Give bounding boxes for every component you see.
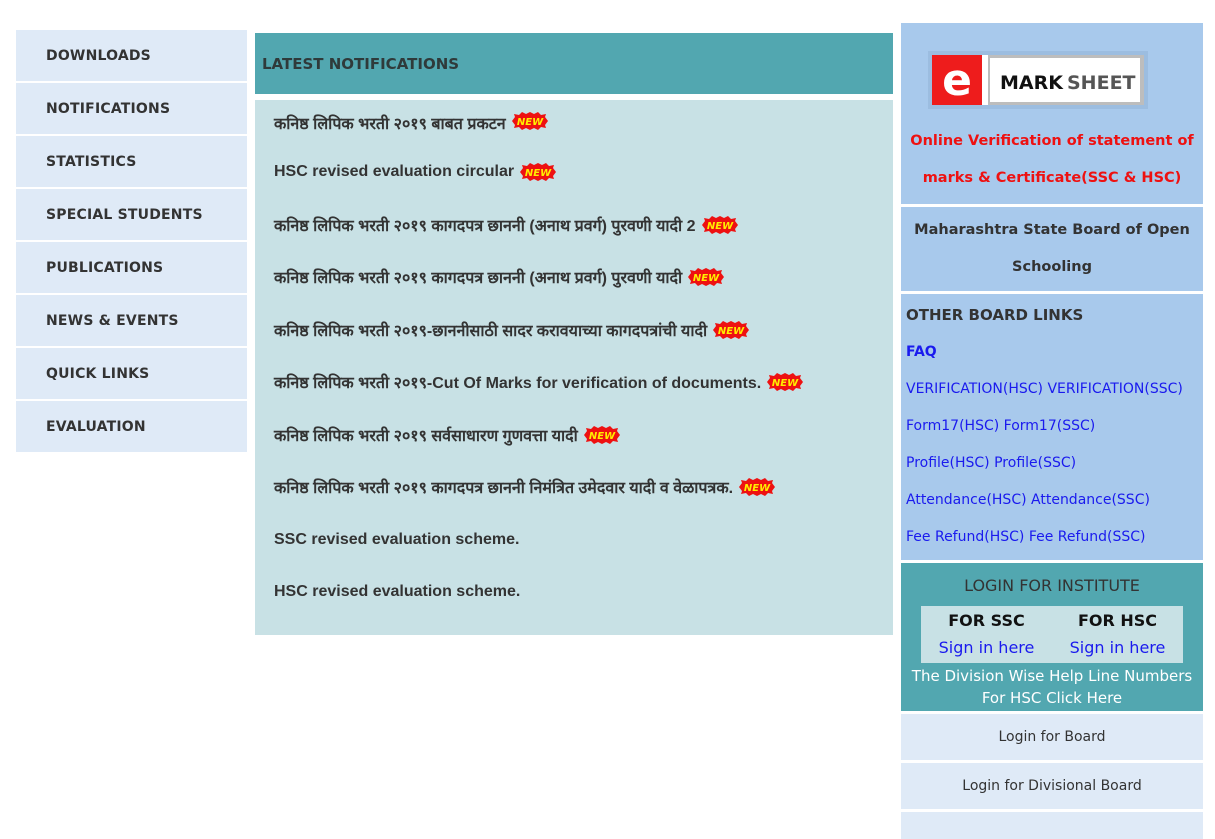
attendance-hsc-link[interactable]: Attendance(HSC) xyxy=(906,492,1027,508)
fee-refund-hsc-link[interactable]: Fee Refund(HSC) xyxy=(906,529,1024,545)
verification-ssc-link[interactable]: VERIFICATION(SSC) xyxy=(1047,381,1182,397)
profile-ssc-link[interactable]: Profile(SSC) xyxy=(994,455,1076,471)
verification-line-1: Online Verification of statement of xyxy=(910,133,1194,149)
svg-text:NEW: NEW xyxy=(589,431,616,442)
attendance-ssc-link[interactable]: Attendance(SSC) xyxy=(1031,492,1150,508)
hsc-sign-in-link[interactable]: Sign in here xyxy=(1070,638,1166,657)
notification-item[interactable]: कनिष्ठ लिपिक भरती २०१९ कागदपत्र छाननी (अ… xyxy=(255,199,893,252)
section-title: LATEST NOTIFICATIONS xyxy=(255,33,893,94)
notification-item[interactable]: कनिष्ठ लिपिक भरती २०१९ कागदपत्र छाननी (अ… xyxy=(255,251,893,304)
verification-line-2: marks & Certificate(SSC & HSC) xyxy=(922,170,1182,186)
notification-item[interactable]: कनिष्ठ लिपिक भरती २०१९-छाननीसाठी सादर कर… xyxy=(255,304,893,357)
verification-hsc-link[interactable]: VERIFICATION(HSC) xyxy=(906,381,1043,397)
new-badge-icon: NEW xyxy=(518,163,558,182)
svg-text:NEW: NEW xyxy=(517,117,544,128)
new-badge-icon: NEW xyxy=(700,215,740,234)
sidebar-item-label: SPECIAL STUDENTS xyxy=(46,206,203,223)
notification-text: कनिष्ठ लिपिक भरती २०१९-छाननीसाठी सादर कर… xyxy=(274,322,708,340)
sidebar-item-downloads[interactable]: DOWNLOADS xyxy=(16,30,247,81)
profile-hsc-link[interactable]: Profile(HSC) xyxy=(906,455,990,471)
ssc-label: FOR SSC xyxy=(948,611,1025,630)
login-for-board-button[interactable]: Login for Board xyxy=(901,714,1203,760)
notification-text: कनिष्ठ लिपिक भरती २०१९-Cut Of Marks for … xyxy=(274,375,762,393)
new-badge-icon: NEW xyxy=(737,478,777,497)
latest-notifications-section: LATEST NOTIFICATIONS कनिष्ठ लिपिक भरती २… xyxy=(255,33,893,635)
institute-login-panel: LOGIN FOR INSTITUTE FOR SSC Sign in here… xyxy=(901,563,1203,711)
sidebar-item-news-events[interactable]: NEWS & EVENTS xyxy=(16,295,247,346)
ssc-sign-in-link[interactable]: Sign in here xyxy=(939,638,1035,657)
other-board-links-title: OTHER BOARD LINKS xyxy=(906,306,1084,324)
notification-text: कनिष्ठ लिपिक भरती २०१९ कागदपत्र छाननी (अ… xyxy=(274,270,683,288)
form17-hsc-link[interactable]: Form17(HSC) xyxy=(906,418,999,434)
login-for-divisional-board-button[interactable]: Login for Divisional Board xyxy=(901,763,1203,809)
form17-ssc-link[interactable]: Form17(SSC) xyxy=(1004,418,1096,434)
svg-text:NEW: NEW xyxy=(693,273,720,284)
logo-text-sub: SHEET xyxy=(1067,72,1136,94)
notification-item[interactable]: कनिष्ठ लिपिक भरती २०१९-Cut Of Marks for … xyxy=(255,356,893,409)
sidebar-item-quick-links[interactable]: QUICK LINKS xyxy=(16,348,247,399)
new-badge-icon: NEW xyxy=(765,373,805,392)
notification-text: HSC revised evaluation scheme. xyxy=(274,583,521,601)
notification-item[interactable]: कनिष्ठ लिपिक भरती २०१९ सर्वसाधारण गुणवत्… xyxy=(255,409,893,462)
institute-login-title: LOGIN FOR INSTITUTE xyxy=(964,576,1140,595)
new-badge-icon: NEW xyxy=(686,268,726,287)
emarksheet-panel: e MARK SHEET Online Verification of stat… xyxy=(901,23,1203,204)
sidebar-item-label: NEWS & EVENTS xyxy=(46,312,179,329)
notification-text: HSC revised evaluation circular xyxy=(274,163,515,181)
notification-item[interactable]: कनिष्ठ लिपिक भरती २०१९ कागदपत्र छाननी नि… xyxy=(255,461,893,514)
online-verification-link[interactable]: Online Verification of statement of mark… xyxy=(901,123,1203,197)
institute-login-box: FOR SSC Sign in here FOR HSC Sign in her… xyxy=(921,606,1183,663)
notification-item[interactable]: कनिष्ठ लिपिक भरती २०१९ बाबत प्रकटन NEW xyxy=(255,106,893,146)
helpline-line-1: The Division Wise Help Line Numbers xyxy=(911,667,1193,685)
sidebar-item-notifications[interactable]: NOTIFICATIONS xyxy=(16,83,247,134)
sidebar-item-label: DOWNLOADS xyxy=(46,47,151,64)
notification-text: कनिष्ठ लिपिक भरती २०१९ कागदपत्र छाननी (अ… xyxy=(274,217,696,235)
new-badge-icon: NEW xyxy=(711,320,751,339)
notification-text: कनिष्ठ लिपिक भरती २०१९ बाबत प्रकटन xyxy=(274,116,506,133)
sidebar-item-publications[interactable]: PUBLICATIONS xyxy=(16,242,247,293)
sidebar-item-label: EVALUATION xyxy=(46,418,146,435)
fee-refund-ssc-link[interactable]: Fee Refund(SSC) xyxy=(1029,529,1146,545)
svg-text:NEW: NEW xyxy=(525,168,552,179)
hsc-label: FOR HSC xyxy=(1077,611,1158,630)
notification-item[interactable]: HSC revised evaluation circular NEW xyxy=(255,146,893,199)
svg-text:NEW: NEW xyxy=(718,326,745,337)
helpline-link[interactable]: The Division Wise Help Line Numbers For … xyxy=(901,665,1203,709)
sidebar-item-label: QUICK LINKS xyxy=(46,365,150,382)
svg-text:NEW: NEW xyxy=(772,378,799,389)
notification-item[interactable]: SSC revised evaluation scheme. xyxy=(255,514,893,567)
notification-text: कनिष्ठ लिपिक भरती २०१९ सर्वसाधारण गुणवत्… xyxy=(274,427,578,445)
faq-link[interactable]: FAQ xyxy=(906,344,937,360)
notification-list: कनिष्ठ लिपिक भरती २०१९ बाबत प्रकटन NEW HSC… xyxy=(255,100,893,635)
logo-letter: e xyxy=(942,55,972,106)
notification-text: SSC revised evaluation scheme. xyxy=(274,530,520,548)
new-badge-icon: NEW xyxy=(510,112,550,130)
sidebar-item-statistics[interactable]: STATISTICS xyxy=(16,136,247,187)
new-badge-icon: NEW xyxy=(582,425,622,444)
notification-item[interactable]: HSC revised evaluation scheme. xyxy=(255,566,893,619)
sidebar-item-label: NOTIFICATIONS xyxy=(46,100,171,117)
svg-text:NEW: NEW xyxy=(744,483,771,494)
emarksheet-logo[interactable]: e MARK SHEET xyxy=(928,51,1148,109)
svg-text:NEW: NEW xyxy=(706,221,733,232)
sidebar-item-label: STATISTICS xyxy=(46,153,137,170)
msbos-link[interactable]: Maharashtra State Board of Open Schoolin… xyxy=(901,207,1203,291)
sidebar-item-evaluation[interactable]: EVALUATION xyxy=(16,401,247,452)
sidebar-item-label: PUBLICATIONS xyxy=(46,259,164,276)
logo-text-main: MARK xyxy=(1000,72,1064,94)
sidebar-nav: DOWNLOADS NOTIFICATIONS STATISTICS SPECI… xyxy=(16,30,247,454)
notification-text: कनिष्ठ लिपिक भरती २०१९ कागदपत्र छाननी नि… xyxy=(274,480,734,498)
empty-panel xyxy=(901,812,1203,839)
helpline-line-2: For HSC Click Here xyxy=(981,689,1123,707)
sidebar-item-special-students[interactable]: SPECIAL STUDENTS xyxy=(16,189,247,240)
other-board-links: OTHER BOARD LINKS FAQ VERIFICATION(HSC) … xyxy=(901,294,1203,560)
right-column: e MARK SHEET Online Verification of stat… xyxy=(901,23,1203,839)
